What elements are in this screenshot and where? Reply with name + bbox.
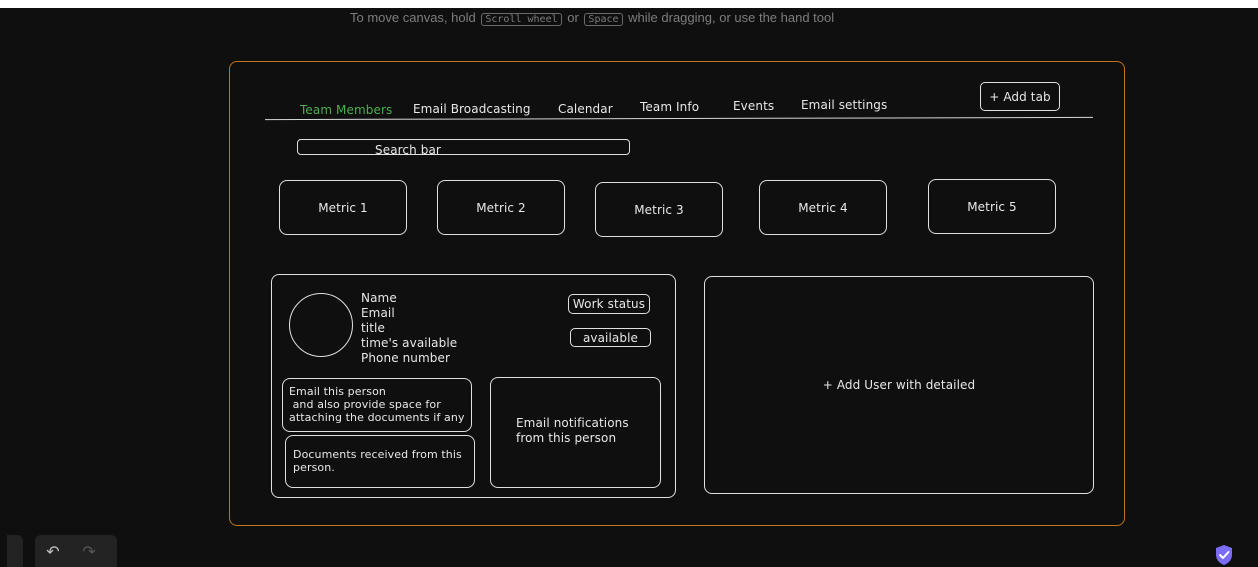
metric-card-3[interactable]: Metric 3 — [595, 182, 723, 237]
status-value-badge[interactable]: available — [570, 328, 651, 347]
kbd-space: Space — [584, 13, 623, 26]
hint-text-prefix: To move canvas, hold — [350, 10, 476, 25]
metric-card-2[interactable]: Metric 2 — [437, 180, 565, 235]
documents-received-box[interactable]: Documents received from this person. — [285, 435, 475, 488]
metric-card-5[interactable]: Metric 5 — [928, 179, 1056, 234]
work-status-label: Work status — [572, 297, 646, 311]
metric-label: Metric 2 — [476, 200, 526, 215]
shield-check-icon[interactable] — [1214, 544, 1234, 566]
documents-received-text: Documents received from this person. — [293, 448, 462, 474]
add-user-label: + Add User with detailed — [822, 378, 976, 392]
email-notifications-box[interactable]: Email notifications from this person — [490, 377, 661, 488]
email-person-text: Email this person and also provide space… — [289, 385, 465, 424]
field-phone-number: Phone number — [361, 351, 451, 365]
undo-redo-toolbar: ↶ ↷ — [35, 535, 117, 567]
hint-text-or: or — [567, 10, 579, 25]
tab-email-broadcasting[interactable]: Email Broadcasting — [413, 102, 531, 116]
hint-text-suffix: while dragging, or use the hand tool — [628, 10, 835, 25]
undo-icon[interactable]: ↶ — [35, 542, 71, 561]
search-bar[interactable]: Search bar — [297, 139, 630, 157]
side-panel-stub[interactable] — [7, 535, 23, 567]
redo-icon[interactable]: ↷ — [71, 542, 107, 561]
tab-events[interactable]: Events — [733, 99, 774, 113]
add-tab-button[interactable]: + Add tab — [980, 82, 1060, 111]
kbd-scroll-wheel: Scroll wheel — [481, 13, 562, 26]
metric-label: Metric 5 — [967, 199, 1017, 214]
tab-calendar[interactable]: Calendar — [558, 102, 613, 116]
metric-card-1[interactable]: Metric 1 — [279, 180, 407, 235]
status-value: available — [582, 330, 639, 345]
metric-label: Metric 3 — [634, 202, 684, 217]
field-times-available: time's available — [361, 336, 458, 350]
email-person-box[interactable]: Email this person and also provide space… — [282, 378, 472, 432]
email-notifications-text: Email notifications from this person — [516, 416, 629, 445]
work-status-badge[interactable]: Work status — [568, 294, 650, 314]
tab-team-members[interactable]: Team Members — [300, 103, 392, 117]
search-bar-label: Search bar — [375, 143, 441, 157]
avatar[interactable] — [289, 293, 353, 357]
window-top-edge — [0, 0, 1258, 8]
canvas-hint: To move canvas, hold Scroll wheel or Spa… — [350, 10, 835, 26]
metric-card-4[interactable]: Metric 4 — [759, 180, 887, 235]
field-name: Name — [361, 291, 397, 305]
field-email: Email — [361, 306, 395, 320]
metric-label: Metric 1 — [318, 200, 368, 215]
profile-fields: Name Email title time's available Phone … — [361, 291, 457, 366]
tab-team-info[interactable]: Team Info — [640, 100, 699, 114]
add-user-panel[interactable]: + Add User with detailed — [704, 276, 1094, 494]
tab-email-settings[interactable]: Email settings — [801, 98, 887, 112]
add-tab-label: + Add tab — [989, 89, 1051, 104]
metric-label: Metric 4 — [798, 200, 848, 215]
field-title: title — [361, 321, 385, 335]
